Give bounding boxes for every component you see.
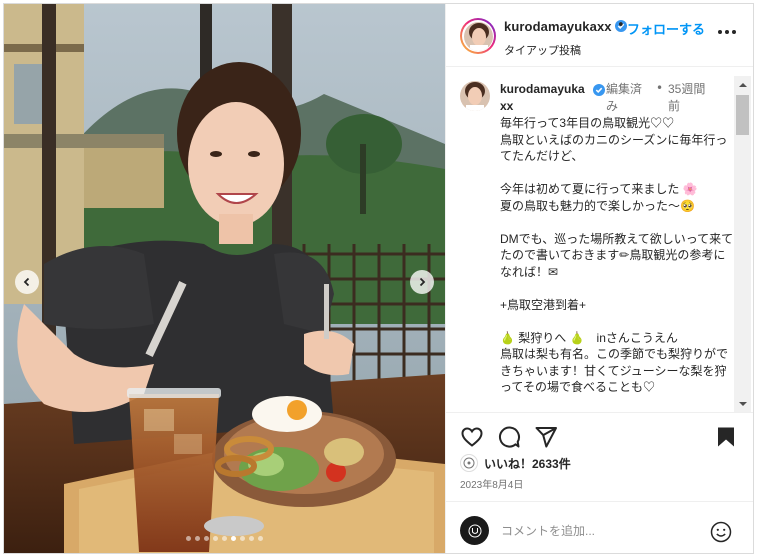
caption-scrollbar[interactable] xyxy=(734,76,751,412)
liker-avatar[interactable] xyxy=(460,454,478,472)
comment-button[interactable] xyxy=(497,425,521,449)
share-icon xyxy=(535,427,557,448)
author-username-text: kurodamayukaxx xyxy=(504,19,612,34)
scroll-down-arrow-icon xyxy=(738,401,747,406)
edited-label: 編集済み xyxy=(606,82,643,113)
scroll-up-button[interactable] xyxy=(734,76,751,93)
scroll-down-button[interactable] xyxy=(734,395,751,412)
paid-partnership-label[interactable]: タイアップ投稿 xyxy=(504,42,581,58)
carousel-dot xyxy=(195,536,200,541)
save-button[interactable] xyxy=(714,425,738,449)
more-dot xyxy=(732,30,736,34)
author-username[interactable]: kurodamayukaxx xyxy=(504,19,628,34)
carousel-dot xyxy=(186,536,191,541)
scroll-up-arrow-icon xyxy=(738,82,747,87)
carousel-dot xyxy=(249,536,254,541)
more-options-button[interactable] xyxy=(718,30,736,36)
like-button[interactable] xyxy=(460,425,484,449)
likes-count[interactable]: いいね！2633件 xyxy=(484,455,571,472)
caption-avatar[interactable] xyxy=(460,81,490,111)
follow-separator: • xyxy=(617,18,625,33)
carousel-dot xyxy=(240,536,245,541)
carousel-dot xyxy=(204,536,209,541)
carousel-dot xyxy=(231,536,236,541)
share-button[interactable] xyxy=(534,425,558,449)
next-slide-button[interactable] xyxy=(410,270,434,294)
smiley-icon xyxy=(710,521,732,543)
more-dot xyxy=(725,30,729,34)
add-comment-bar xyxy=(446,501,753,553)
scrollbar-thumb[interactable] xyxy=(736,95,749,135)
chevron-left-icon xyxy=(23,277,30,287)
caption-text: 毎年行って3年目の鳥取観光♡♡ 鳥取といえばのカニのシーズンに毎年行ってたんだけ… xyxy=(500,116,734,394)
likes-row[interactable]: いいね！2633件 xyxy=(460,454,571,472)
follow-button[interactable]: フォローする xyxy=(627,19,705,38)
carousel-dot xyxy=(222,536,227,541)
avatar-image xyxy=(463,21,493,51)
caption-username-text: kurodamayukaxx xyxy=(500,82,585,113)
post-date[interactable]: 2023年8月4日 xyxy=(460,476,523,491)
emoji-button[interactable] xyxy=(710,521,732,543)
action-bar xyxy=(446,412,753,460)
carousel-dot xyxy=(213,536,218,541)
carousel-dot xyxy=(258,536,263,541)
caption-separator: • xyxy=(656,81,664,95)
caption-timestamp[interactable]: 35週間前 xyxy=(668,81,708,115)
current-user-avatar xyxy=(460,516,489,545)
post-header: kurodamayukaxx • フォローする タイアップ投稿 xyxy=(446,4,753,67)
comment-icon xyxy=(499,426,520,448)
caption-username[interactable]: kurodamayukaxx xyxy=(500,81,605,115)
bookmark-icon xyxy=(718,427,734,447)
verified-badge-icon xyxy=(593,84,605,96)
avatar-image xyxy=(460,81,490,111)
post-photo xyxy=(4,4,445,553)
previous-slide-button[interactable] xyxy=(15,270,39,294)
brand-logo-icon xyxy=(463,457,475,469)
carousel-indicator xyxy=(4,536,445,541)
heart-icon xyxy=(461,427,483,447)
post-media[interactable] xyxy=(4,4,445,553)
caption-area[interactable]: kurodamayukaxx 編集済み • 35週間前 毎年行って3年目の鳥取観… xyxy=(446,67,753,412)
more-horizontal-icon xyxy=(718,30,722,34)
post-frame: kurodamayukaxx • フォローする タイアップ投稿 kurodama… xyxy=(3,3,754,554)
post-side-panel: kurodamayukaxx • フォローする タイアップ投稿 kurodama… xyxy=(445,4,753,553)
add-comment-input[interactable] xyxy=(501,521,691,541)
story-avatar[interactable] xyxy=(460,18,496,54)
chevron-right-icon xyxy=(419,277,426,287)
user-logo-icon xyxy=(468,524,481,537)
